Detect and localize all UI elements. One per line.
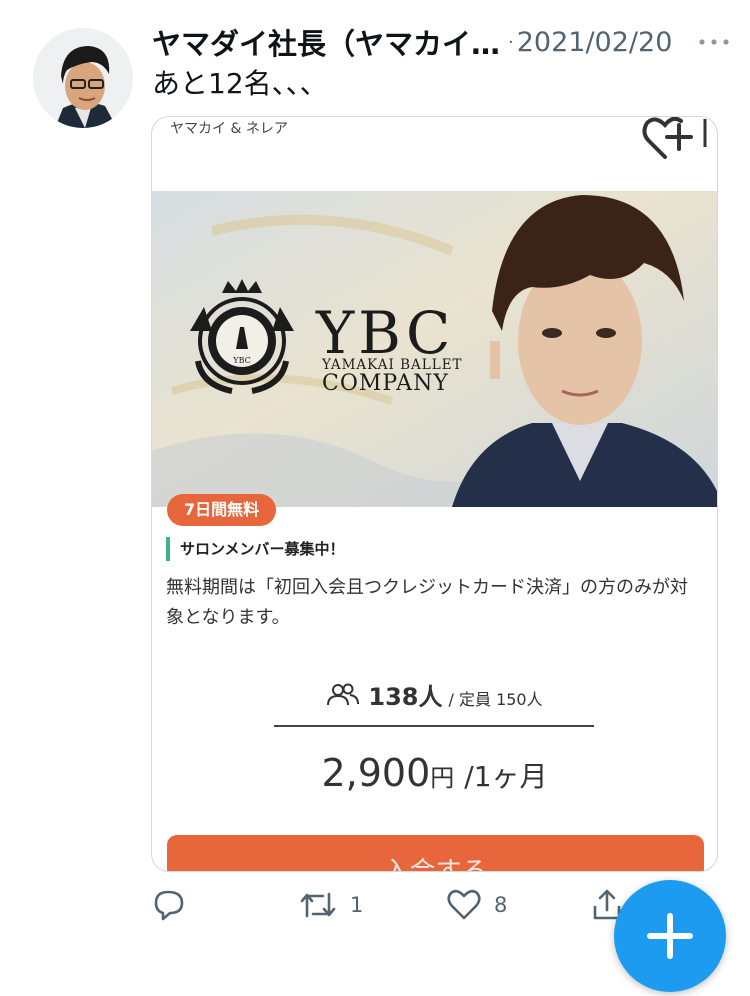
like-count: 8 — [494, 893, 508, 917]
more-options-icon[interactable] — [694, 32, 734, 52]
link-card[interactable]: ヤマカイ & ネレア YBC YBC YAMAKAI BALLET COMPAN… — [151, 116, 718, 872]
tweet-text: あと12名、、、 — [152, 67, 328, 100]
free-trial-notice: 無料期間は「初回入会且つクレジットカード決済」の方のみが対象となります。 — [166, 577, 688, 628]
price-period: /1ヶ月 — [464, 760, 548, 793]
retweet-count: 1 — [350, 893, 364, 917]
tweet-date[interactable]: 2021/02/20 — [517, 27, 673, 58]
members-icon — [327, 683, 360, 706]
author-avatar[interactable] — [33, 28, 133, 128]
reply-button[interactable] — [152, 882, 186, 928]
card-banner-image: YBC YBC YAMAKAI BALLET COMPANY — [152, 191, 717, 507]
join-button[interactable]: 入会する — [167, 835, 704, 871]
author-name[interactable]: ヤマダイ社長（ヤマカイ… — [152, 21, 500, 63]
member-capacity: / 定員 150人 — [448, 690, 543, 709]
retweet-button[interactable]: 1 — [298, 882, 363, 928]
price-divider — [274, 725, 594, 727]
compose-button[interactable] — [614, 880, 726, 992]
avatar-photo — [33, 28, 133, 128]
free-trial-badge: 7日間無料 — [167, 494, 277, 526]
heart-icon — [447, 889, 481, 920]
ybc-brand-line2: COMPANY — [322, 371, 449, 396]
like-button[interactable]: 8 — [446, 882, 507, 928]
plus-icon — [647, 913, 693, 959]
tweet-header: ヤマダイ社長（ヤマカイ… · 2021/02/20 — [152, 22, 742, 62]
price-amount: 2,900 — [321, 751, 431, 795]
card-source: ヤマカイ & ネレア — [170, 121, 288, 137]
member-status: 138人 / 定員 150人 — [152, 677, 717, 712]
retweet-icon — [300, 892, 336, 918]
recruit-heading: サロンメンバー募集中！ — [166, 537, 345, 561]
price-unit: 円 — [430, 764, 455, 792]
reply-icon — [154, 890, 184, 921]
favorite-add-icon[interactable] — [639, 116, 715, 161]
header-separator: · — [508, 31, 514, 53]
svg-text:YBC: YBC — [232, 356, 250, 365]
price: 2,900円/1ヶ月 — [152, 751, 717, 795]
member-count: 138人 — [368, 683, 443, 711]
